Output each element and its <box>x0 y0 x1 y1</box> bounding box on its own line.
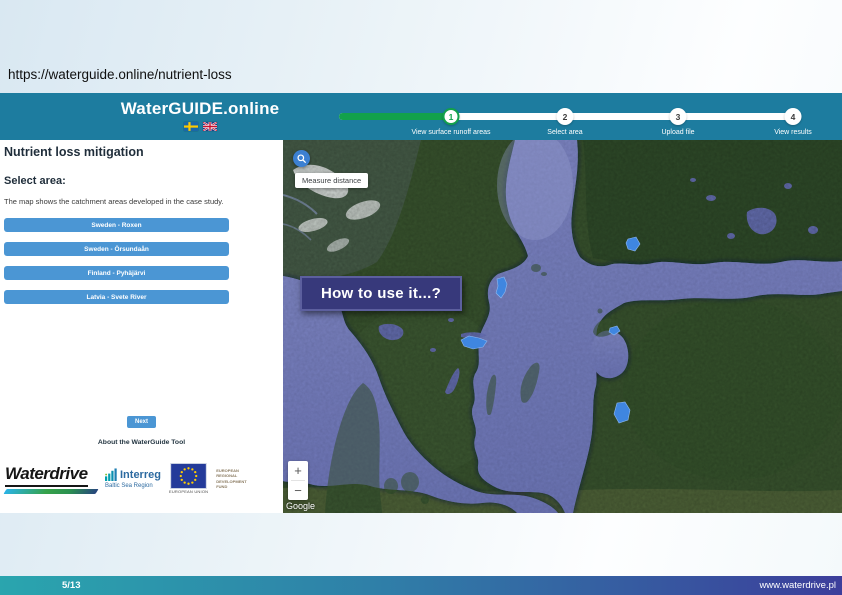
map-zoom-control: + − <box>288 461 308 500</box>
step-label-1: View surface runoff areas <box>411 129 490 136</box>
measure-distance-tooltip[interactable]: Measure distance <box>295 173 368 188</box>
eu-fund-line: FUND <box>216 484 246 489</box>
step-circle-2[interactable]: 2 <box>557 108 574 125</box>
step-circle-4[interactable]: 4 <box>785 108 802 125</box>
slide-number: 5/13 <box>62 580 81 591</box>
waterdrive-swoosh <box>3 489 98 494</box>
page-title: Nutrient loss mitigation <box>4 145 283 159</box>
next-button[interactable]: Next <box>127 416 156 428</box>
select-area-heading: Select area: <box>4 175 283 187</box>
how-to-use-overlay[interactable]: How to use it...? <box>300 276 462 311</box>
step-circle-3[interactable]: 3 <box>670 108 687 125</box>
interreg-bars-icon <box>105 468 118 481</box>
partner-logos: Waterdrive Interreg Baltic Sea Region <box>5 463 247 494</box>
swedish-flag-icon[interactable] <box>184 122 198 131</box>
area-button-latvia-svete[interactable]: Latvia - Svete River <box>4 290 229 304</box>
stepper-progress-fill <box>339 113 451 120</box>
step-label-4: View results <box>774 129 812 136</box>
app-brand: WaterGUIDE.online <box>118 99 282 131</box>
language-switcher <box>118 122 282 131</box>
interreg-logo: Interreg Baltic Sea Region <box>105 468 161 489</box>
waterdrive-logo: Waterdrive <box>5 464 97 494</box>
app-header: WaterGUIDE.online 1 2 3 4 View surface r… <box>0 93 842 140</box>
stepper-track: 1 2 3 4 View surface runoff areas Select… <box>339 113 797 120</box>
uk-flag-icon[interactable] <box>203 122 217 131</box>
area-button-sweden-orsundaan[interactable]: Sweden - Örsundaån <box>4 242 229 256</box>
interreg-subtitle: Baltic Sea Region <box>105 483 161 489</box>
map-container: Measure distance How to use it...? + − G… <box>283 140 842 513</box>
map-search-button[interactable] <box>293 150 310 167</box>
footer-website-link[interactable]: www.waterdrive.pl <box>759 580 836 591</box>
interreg-wordmark: Interreg <box>120 470 161 481</box>
page-url: https://waterguide.online/nutrient-loss <box>8 67 232 82</box>
eu-flag-caption: EUROPEAN UNION <box>169 490 208 494</box>
app-title: WaterGUIDE.online <box>118 99 282 119</box>
area-button-sweden-roxen[interactable]: Sweden - Roxen <box>4 218 229 232</box>
step-circle-1[interactable]: 1 <box>443 108 460 125</box>
zoom-in-button[interactable]: + <box>288 461 308 480</box>
eu-fund-text: EUROPEAN REGIONAL DEVELOPMENT FUND <box>216 468 246 490</box>
main-content: Nutrient loss mitigation Select area: Th… <box>0 140 842 513</box>
google-attribution: Google <box>286 501 315 511</box>
step-label-3: Upload file <box>661 129 694 136</box>
about-link[interactable]: About the WaterGuide Tool <box>0 439 283 446</box>
progress-stepper: 1 2 3 4 View surface runoff areas Select… <box>339 113 797 139</box>
search-icon <box>296 153 307 164</box>
zoom-out-button[interactable]: − <box>288 481 308 500</box>
map-description: The map shows the catchment areas develo… <box>4 197 283 206</box>
step-label-2: Select area <box>547 129 582 136</box>
baltic-satellite-map[interactable] <box>283 140 842 513</box>
slide-footer: 5/13 www.waterdrive.pl <box>0 576 842 595</box>
sidebar-panel: Nutrient loss mitigation Select area: Th… <box>0 140 283 513</box>
eu-flag-logo: EUROPEAN UNION <box>169 463 208 494</box>
area-button-finland-pyhajarvi[interactable]: Finland - Pyhäjärvi <box>4 266 229 280</box>
waterdrive-wordmark: Waterdrive <box>5 464 88 487</box>
eu-flag-icon <box>170 463 207 489</box>
